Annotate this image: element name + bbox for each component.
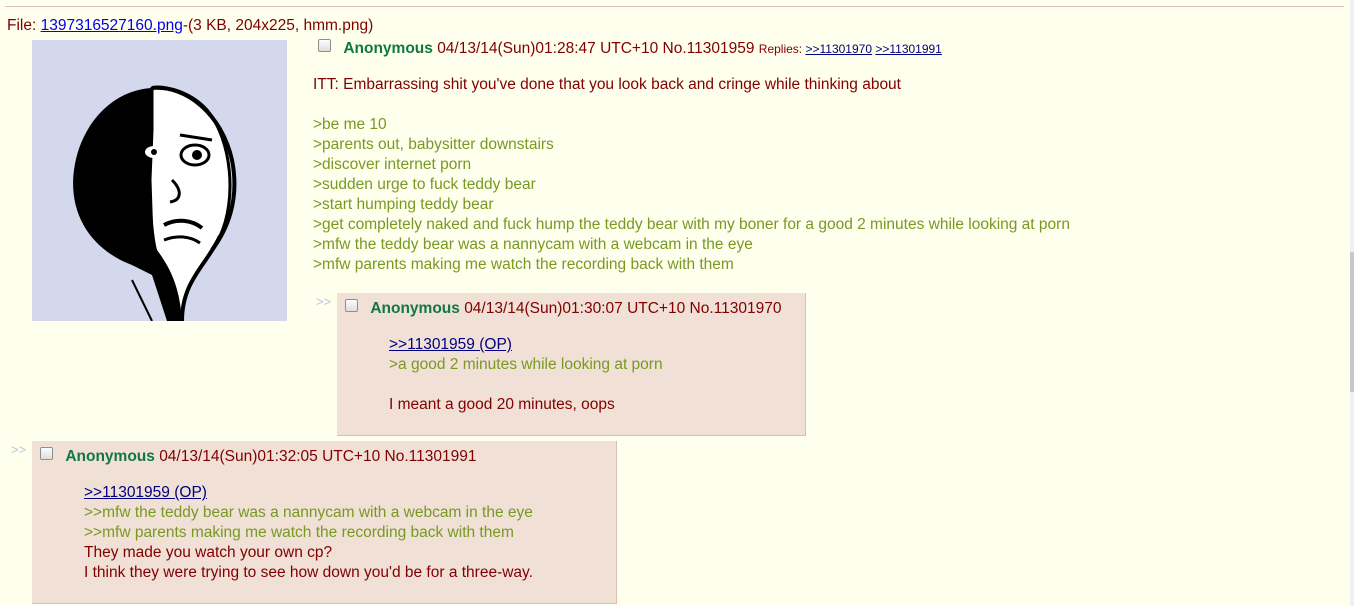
- scrollbar[interactable]: [1350, 0, 1354, 606]
- greentext-line: >start humping teddy bear: [313, 196, 494, 213]
- file-info: File: 1397316527160.png-(3 KB, 204x225, …: [7, 17, 373, 35]
- op-message: ITT: Embarrassing shit you've done that …: [313, 75, 1070, 275]
- reply-checkbox[interactable]: [40, 447, 53, 460]
- thumbnail-image[interactable]: [32, 40, 287, 323]
- greentext-line: >be me 10: [313, 116, 387, 133]
- op-replies: Replies: >>11301970 >>11301991: [759, 42, 942, 56]
- reply-post-number[interactable]: No.11301970: [690, 300, 782, 317]
- op-quote-link[interactable]: >>11301959 (OP): [84, 484, 207, 501]
- reply-poster-name: Anonymous: [65, 448, 155, 465]
- greentext-line: >>mfw the teddy bear was a nannycam with…: [84, 504, 533, 521]
- reply-post: Anonymous 04/13/14(Sun)01:30:07 UTC+10 N…: [337, 293, 806, 436]
- greentext-line: >discover internet porn: [313, 156, 472, 173]
- reply-text: I think they were trying to see how down…: [84, 564, 533, 581]
- top-divider: [5, 6, 1344, 7]
- reply-link[interactable]: >>11301991: [875, 42, 942, 56]
- reply-text: I meant a good 20 minutes, oops: [389, 396, 615, 413]
- greentext-line: >a good 2 minutes while looking at porn: [389, 356, 663, 373]
- op-poster-name: Anonymous: [343, 40, 433, 57]
- reply-post: Anonymous 04/13/14(Sun)01:32:05 UTC+10 N…: [32, 441, 617, 604]
- greentext-line: >get completely naked and fuck hump the …: [313, 216, 1070, 233]
- reply-message: >>11301959 (OP) >a good 2 minutes while …: [389, 335, 663, 415]
- greentext-line: >mfw parents making me watch the recordi…: [313, 256, 734, 273]
- scrollbar-thumb[interactable]: [1350, 252, 1354, 392]
- reply-post-info: Anonymous 04/13/14(Sun)01:30:07 UTC+10 N…: [345, 299, 781, 318]
- op-quote-link[interactable]: >>11301959 (OP): [389, 336, 512, 353]
- file-prefix: File:: [7, 17, 41, 34]
- greentext-line: >parents out, babysitter downstairs: [313, 136, 554, 153]
- reply-link[interactable]: >>11301970: [805, 42, 872, 56]
- rage-face-image: [32, 40, 287, 323]
- reply-text: They made you watch your own cp?: [84, 544, 333, 561]
- reply-datetime: 04/13/14(Sun)01:30:07 UTC+10: [464, 300, 686, 317]
- reply-message: >>11301959 (OP) >>mfw the teddy bear was…: [84, 483, 533, 583]
- reply-datetime: 04/13/14(Sun)01:32:05 UTC+10: [159, 448, 381, 465]
- greentext-line: >sudden urge to fuck teddy bear: [313, 176, 536, 193]
- file-meta: -(3 KB, 204x225, hmm.png): [182, 17, 374, 34]
- reply-post-info: Anonymous 04/13/14(Sun)01:32:05 UTC+10 N…: [40, 447, 476, 466]
- op-datetime: 04/13/14(Sun)01:28:47 UTC+10: [437, 40, 659, 57]
- replies-label: Replies:: [758, 42, 803, 56]
- reply-checkbox[interactable]: [345, 299, 358, 312]
- reply-arrows: >>: [11, 442, 27, 457]
- op-post-number[interactable]: No.11301959: [663, 40, 755, 57]
- reply-arrows: >>: [316, 294, 332, 309]
- file-link[interactable]: 1397316527160.png: [41, 17, 183, 34]
- op-subject-line: ITT: Embarrassing shit you've done that …: [313, 76, 901, 93]
- reply-post-number[interactable]: No.11301991: [385, 448, 477, 465]
- reply-poster-name: Anonymous: [370, 300, 460, 317]
- greentext-line: >>mfw parents making me watch the record…: [84, 524, 514, 541]
- op-checkbox[interactable]: [318, 39, 331, 52]
- greentext-line: >mfw the teddy bear was a nannycam with …: [313, 236, 753, 253]
- op-post-info: Anonymous 04/13/14(Sun)01:28:47 UTC+10 N…: [318, 39, 942, 58]
